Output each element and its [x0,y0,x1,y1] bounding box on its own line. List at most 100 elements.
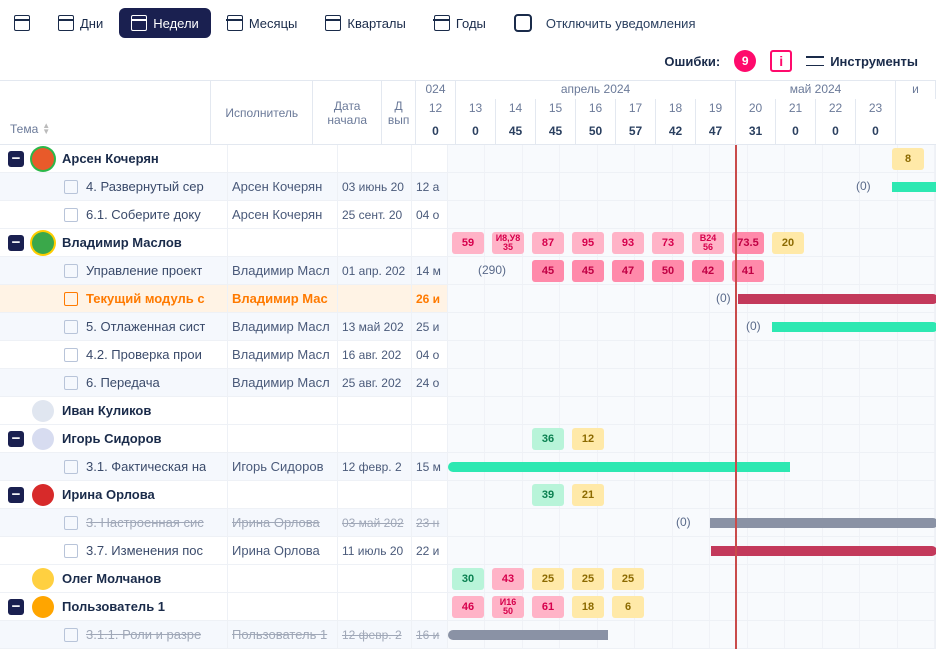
col-due-date[interactable]: Д вып [382,81,416,144]
task-row[interactable]: 4.2. Проверка проиВладимир Масл16 авг. 2… [0,341,936,369]
timeline-cell[interactable]: 39 21 [448,481,936,508]
week-cell[interactable]: 23 [856,99,896,121]
task-row[interactable]: Текущий модуль сВладимир Мас26 и(0) [0,285,936,313]
collapse-toggle[interactable] [8,431,24,447]
view-days-button[interactable]: Дни [46,8,115,38]
week-cell[interactable]: 16 [576,99,616,121]
task-row[interactable]: 4. Развернутый серАрсен Кочерян03 июнь 2… [0,173,936,201]
task-row[interactable]: 6. ПередачаВладимир Масл25 авг. 20224 о [0,369,936,397]
timeline-cell[interactable]: (0) [448,313,936,340]
timeline-cell[interactable]: 8 [448,145,936,172]
workload-badge[interactable]: И8,У835 [492,232,524,254]
week-cell[interactable]: 12 [416,99,456,121]
timeline-cell[interactable] [448,397,936,424]
gantt-bar[interactable] [711,546,936,556]
workload-badge[interactable]: 47 [612,260,644,282]
info-icon[interactable]: i [770,50,792,72]
workload-badge[interactable]: 50 [652,260,684,282]
errors-badge[interactable]: 9 [734,50,756,72]
workload-badge[interactable]: 6 [612,596,644,618]
view-weeks-button[interactable]: Недели [119,8,211,38]
timeline-cell[interactable] [448,621,936,648]
gantt-bar[interactable] [448,630,608,640]
week-cell[interactable]: 19 [696,99,736,121]
workload-badge[interactable]: 39 [532,484,564,506]
timeline-cell[interactable]: (290)454547504241 [448,257,936,284]
workload-badge[interactable]: 73 [652,232,684,254]
task-row[interactable]: 3. Настроенная сисИрина Орлова03 май 202… [0,509,936,537]
workload-badge[interactable]: 43 [492,568,524,590]
person-row[interactable]: Олег Молчанов3043252525 [0,565,936,593]
task-row[interactable]: 3.1. Фактическая наИгорь Сидоров12 февр.… [0,453,936,481]
col-start-date[interactable]: Дата начала [313,81,382,144]
timeline-cell[interactable]: 59И8,У83587959373B245673.520 [448,229,936,256]
workload-badge[interactable]: 41 [732,260,764,282]
timeline-cell[interactable]: (0) [448,285,936,312]
workload-badge[interactable]: 46 [452,596,484,618]
person-row[interactable]: Игорь Сидоров3612 [0,425,936,453]
collapse-toggle[interactable] [8,235,24,251]
timeline-cell[interactable] [448,201,936,228]
workload-badge[interactable]: И1650 [492,596,524,618]
workload-badge[interactable]: 95 [572,232,604,254]
col-theme[interactable]: Тема▲▼ [0,81,211,144]
timeline-cell[interactable]: (0) [448,173,936,200]
timeline-cell[interactable]: 3043252525 [448,565,936,592]
disable-notif-checkbox[interactable] [514,14,532,32]
workload-badge[interactable]: 61 [532,596,564,618]
sort-icon[interactable]: ▲▼ [42,123,50,135]
workload-badge[interactable]: 45 [532,260,564,282]
timeline-cell[interactable] [448,537,936,564]
workload-badge[interactable]: 36 [532,428,564,450]
week-cell[interactable]: 18 [656,99,696,121]
workload-badge[interactable]: 25 [572,568,604,590]
person-row[interactable]: Владимир Маслов59И8,У83587959373B245673.… [0,229,936,257]
task-row[interactable]: 3.7. Изменения посИрина Орлова11 июль 20… [0,537,936,565]
timeline-cell[interactable] [448,341,936,368]
view-years-button[interactable]: Годы [422,8,498,38]
task-row[interactable]: 3.1.1. Роли и разреПользователь 112 февр… [0,621,936,649]
week-cell[interactable]: 22 [816,99,856,121]
task-row[interactable]: 6.1. Соберите докуАрсен Кочерян25 сент. … [0,201,936,229]
timeline-cell[interactable] [448,453,936,480]
workload-badge[interactable]: 25 [612,568,644,590]
view-months-button[interactable]: Месяцы [215,8,310,38]
workload-badge[interactable]: 59 [452,232,484,254]
tools-button[interactable]: Инструменты [806,52,918,70]
workload-badge[interactable]: 18 [572,596,604,618]
gantt-bar[interactable] [448,462,790,472]
week-cell[interactable]: 13 [456,99,496,121]
gantt-bar[interactable] [710,518,936,528]
gantt-bar[interactable] [738,294,936,304]
workload-badge[interactable]: 30 [452,568,484,590]
task-row[interactable]: Управление проектВладимир Масл01 апр. 20… [0,257,936,285]
workload-badge[interactable]: 12 [572,428,604,450]
gantt-bar[interactable] [892,182,936,192]
week-cell[interactable]: 21 [776,99,816,121]
workload-badge[interactable]: 87 [532,232,564,254]
week-cell[interactable]: 14 [496,99,536,121]
workload-badge[interactable]: 45 [572,260,604,282]
week-cell[interactable]: 17 [616,99,656,121]
collapse-toggle[interactable] [8,151,24,167]
gantt-bar[interactable] [772,322,936,332]
task-row[interactable]: 5. Отлаженная систВладимир Масл13 май 20… [0,313,936,341]
timeline-cell[interactable]: (0) [448,509,936,536]
workload-badge[interactable]: 73.5 [732,232,764,254]
person-row[interactable]: Пользователь 146И165061186 [0,593,936,621]
workload-badge[interactable]: 20 [772,232,804,254]
collapse-toggle[interactable] [8,487,24,503]
view-quarters-button[interactable]: Кварталы [313,8,417,38]
workload-badge[interactable]: 93 [612,232,644,254]
person-row[interactable]: Арсен Кочерян8 [0,145,936,173]
col-executor[interactable]: Исполнитель [211,81,313,144]
timeline-cell[interactable]: 36 12 [448,425,936,452]
week-cell[interactable]: 20 [736,99,776,121]
person-row[interactable]: Ирина Орлова3921 [0,481,936,509]
week-cell[interactable]: 15 [536,99,576,121]
workload-badge[interactable]: 8 [892,148,924,170]
timeline-cell[interactable]: 46 И1650 61 18 6 [448,593,936,620]
workload-badge[interactable]: 21 [572,484,604,506]
collapse-toggle[interactable] [8,599,24,615]
timeline-cell[interactable] [448,369,936,396]
